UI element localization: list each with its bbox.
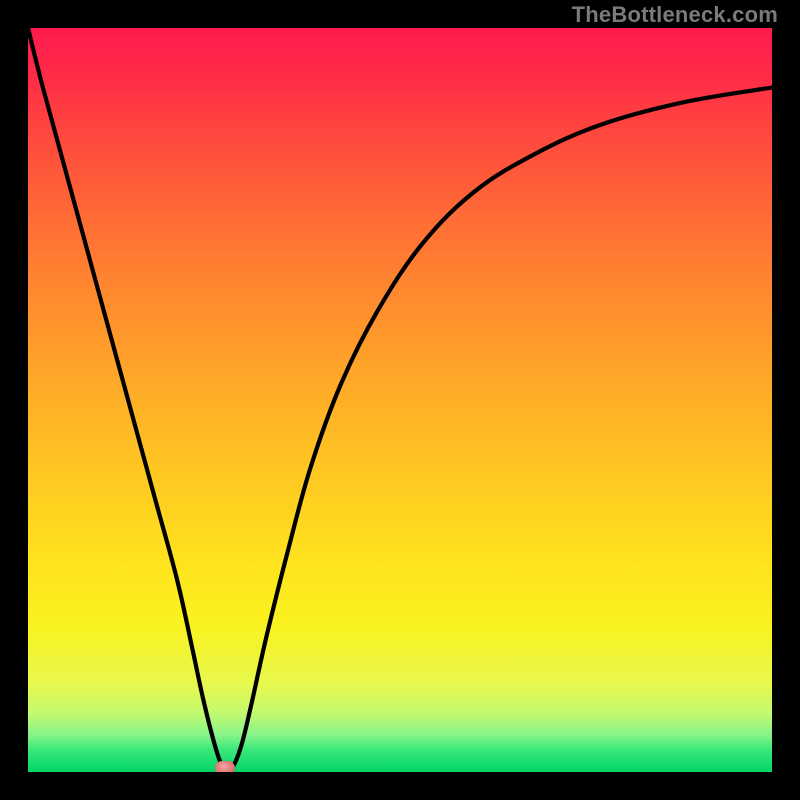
plot-area	[28, 28, 772, 772]
bottleneck-curve-path	[28, 28, 772, 772]
optimal-point-marker	[215, 761, 235, 772]
chart-frame: TheBottleneck.com	[0, 0, 800, 800]
watermark-text: TheBottleneck.com	[572, 2, 778, 28]
curve-layer	[28, 28, 772, 772]
